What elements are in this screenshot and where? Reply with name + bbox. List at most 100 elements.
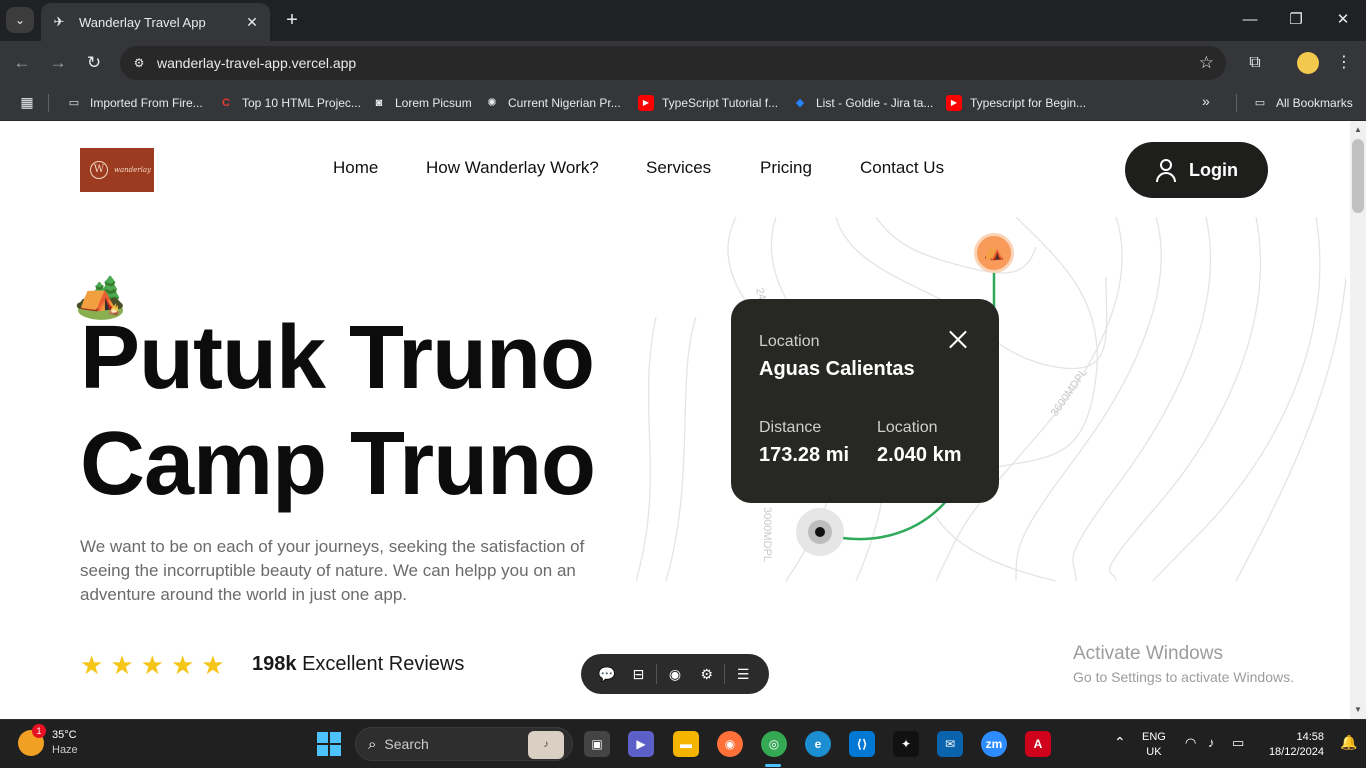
active-app-indicator (765, 764, 781, 767)
all-bookmarks-button[interactable]: ▭ All Bookmarks (1252, 91, 1353, 115)
folder-icon: ▭ (68, 97, 80, 109)
toolbar-divider (724, 664, 726, 684)
youtube-icon: ▶ (638, 95, 654, 111)
new-tab-button[interactable]: + (282, 9, 302, 31)
figma-icon[interactable]: ✦ (893, 731, 919, 757)
bookmark-item[interactable]: ▶ Typescript for Begin... (946, 91, 1086, 115)
eye-icon[interactable]: ◉ (659, 660, 691, 688)
bookmarks-divider (1236, 94, 1237, 112)
file-explorer-icon[interactable]: ▬ (673, 731, 699, 757)
close-icon[interactable] (947, 329, 969, 351)
hero-description: We want to be on each of your journeys, … (80, 537, 585, 604)
close-window-icon[interactable]: ✕ (1331, 8, 1355, 32)
wifi-icon[interactable]: ◠ (1185, 735, 1196, 751)
scroll-up-icon[interactable]: ▲ (1353, 125, 1363, 134)
reviews-count: 198k (252, 653, 297, 675)
bookmark-item[interactable]: ▭ Imported From Fire... (66, 91, 203, 115)
folder-icon: ▭ (1254, 97, 1266, 109)
bookmark-item[interactable]: ◙ Lorem Picsum (371, 91, 472, 115)
search-placeholder: Search (384, 736, 429, 752)
star-icon: ★ (201, 650, 225, 680)
bookmark-item[interactable]: ✺ Current Nigerian Pr... (484, 91, 620, 115)
weather-widget[interactable]: 1 35°C Haze (18, 724, 78, 758)
zoom-icon[interactable]: zm (981, 731, 1007, 757)
address-bar[interactable]: ⚙ wanderlay-travel-app.vercel.app ☆ (120, 46, 1226, 80)
notifications-bell-icon[interactable]: 🔔 (1340, 734, 1357, 751)
acrobat-icon[interactable]: A (1025, 731, 1051, 757)
start-marker-dot (815, 527, 825, 537)
star-icon: ★ (170, 650, 195, 680)
system-clock[interactable]: 14:58 18/12/2024 (1262, 730, 1324, 760)
menu-icon[interactable]: ☰ (727, 660, 759, 688)
restore-icon[interactable]: ❐ (1284, 8, 1308, 32)
contour-label: 3600MDPL (1049, 367, 1090, 419)
browser-tab[interactable]: ✈ Wanderlay Travel App ✕ (41, 3, 270, 41)
scroll-down-icon[interactable]: ▼ (1353, 705, 1363, 714)
start-button[interactable] (317, 732, 341, 756)
close-tab-icon[interactable]: ✕ (244, 14, 260, 30)
user-icon (1155, 159, 1177, 182)
edge-icon[interactable]: e (805, 731, 831, 757)
star-icon: ★ (140, 650, 164, 680)
browser-tab-strip: ⌄ ✈ Wanderlay Travel App ✕ + — ❐ ✕ (0, 0, 1366, 41)
nav-home[interactable]: Home (333, 158, 378, 178)
login-button[interactable]: Login (1125, 142, 1268, 198)
distance-label: Distance (759, 419, 822, 436)
page-scrollbar[interactable]: ▲ ▼ (1350, 121, 1366, 719)
tray-overflow-icon[interactable]: ⌃ (1114, 734, 1126, 751)
bookmark-label: Typescript for Begin... (970, 96, 1087, 110)
apps-grid-icon[interactable]: ▦ (18, 93, 36, 111)
firefox-icon[interactable]: ◉ (717, 731, 743, 757)
scroll-thumb[interactable] (1352, 139, 1364, 213)
toolbar-divider (656, 664, 658, 684)
destination-pin-icon[interactable]: ⛺ (974, 233, 1014, 273)
nav-pricing[interactable]: Pricing (760, 158, 812, 178)
inbox-icon[interactable]: ⊟ (623, 660, 655, 688)
bookmark-item[interactable]: C Top 10 HTML Projec... (218, 91, 361, 115)
profile-avatar[interactable] (1297, 52, 1319, 74)
site-settings-icon[interactable]: ⚙ (130, 54, 148, 72)
battery-icon[interactable]: ▭ (1232, 735, 1244, 751)
mail-icon[interactable]: ✉ (937, 731, 963, 757)
nav-services[interactable]: Services (646, 158, 711, 178)
bookmark-label: TypeScript Tutorial f... (662, 96, 779, 110)
kebab-menu-icon[interactable]: ⋮ (1332, 51, 1356, 75)
reviews-label: Excellent Reviews (302, 653, 465, 675)
extensions-icon[interactable]: ⧉ (1243, 51, 1267, 75)
activate-subtitle: Go to Settings to activate Windows. (1073, 669, 1294, 685)
nav-contact-us[interactable]: Contact Us (860, 158, 944, 178)
task-view-icon[interactable]: ▣ (584, 731, 610, 757)
chrome-icon[interactable]: ◎ (761, 731, 787, 757)
hero-title-line-1: Putuk Truno (80, 308, 595, 408)
tab-title: Wanderlay Travel App (79, 14, 206, 30)
c-logo-icon: C (222, 97, 230, 109)
airplane-icon: ✈ (53, 14, 65, 29)
bookmark-star-icon[interactable]: ☆ (1199, 53, 1214, 73)
rating-stars: ★ ★ ★ ★ ★ (80, 651, 232, 679)
browser-toolbar: ← → ↻ ⚙ wanderlay-travel-app.vercel.app … (0, 41, 1366, 85)
volume-icon[interactable]: ♪ (1208, 735, 1215, 750)
clock-time: 14:58 (1296, 731, 1324, 743)
bookmarks-bar: ▦ ▭ Imported From Fire... C Top 10 HTML … (0, 85, 1366, 121)
url-text[interactable]: wanderlay-travel-app.vercel.app (157, 55, 356, 71)
location2-value: 2.040 km (877, 444, 962, 466)
vscode-icon[interactable]: ⟨⟩ (849, 731, 875, 757)
minimize-icon[interactable]: — (1238, 8, 1262, 32)
tab-search-chevron-icon[interactable]: ⌄ (6, 7, 34, 33)
bookmark-item[interactable]: ▶ TypeScript Tutorial f... (638, 91, 778, 115)
reload-icon[interactable]: ↻ (82, 51, 106, 75)
back-icon[interactable]: ← (10, 51, 34, 75)
location-value: Aguas Calientas (759, 358, 915, 380)
teams-meet-icon[interactable]: ▶ (628, 731, 654, 757)
search-icon: ⌕ (368, 735, 377, 753)
chat-bubble-icon[interactable]: 💬 (591, 660, 623, 688)
nav-how-it-works[interactable]: How Wanderlay Work? (426, 158, 599, 178)
language-indicator[interactable]: ENG UK (1142, 730, 1166, 760)
bookmark-label: Top 10 HTML Projec... (242, 96, 361, 110)
taskbar-search[interactable]: ⌕ Search ♪ (355, 727, 573, 761)
jira-icon: ◆ (795, 97, 805, 109)
more-bookmarks-icon[interactable]: » (1202, 93, 1210, 109)
settings-icon[interactable]: ⚙ (691, 660, 723, 688)
forward-icon[interactable]: → (46, 51, 70, 75)
bookmark-item[interactable]: ◆ List - Goldie - Jira ta... (792, 91, 934, 115)
